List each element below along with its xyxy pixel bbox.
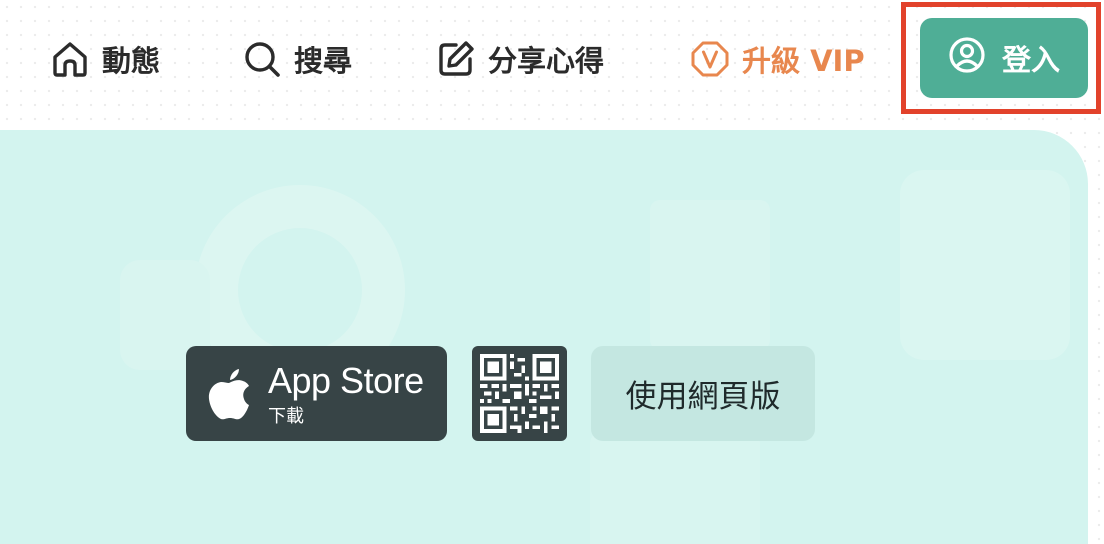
qr-code[interactable] xyxy=(472,346,567,441)
login-label: 登入 xyxy=(1001,43,1060,77)
home-icon xyxy=(50,39,90,79)
edit-icon xyxy=(436,39,476,79)
app-store-title: App Store xyxy=(268,360,424,401)
nav-vip-label: 升級 VIP xyxy=(742,44,865,78)
nav-search[interactable]: 搜尋 xyxy=(242,34,352,84)
app-store-subtitle: 下載 xyxy=(268,406,304,427)
nav-feed-label: 動態 xyxy=(102,44,161,78)
top-navigation: 動態 搜尋 分享心得 升級 VIP 登入 xyxy=(0,0,1104,120)
nav-share-label: 分享心得 xyxy=(488,44,605,78)
hero-banner: App Store 下載 使用網頁版 xyxy=(0,130,1088,544)
app-store-button[interactable]: App Store 下載 xyxy=(186,346,447,441)
hero-decoration xyxy=(120,170,1070,544)
user-circle-icon xyxy=(948,36,986,81)
use-web-version-button[interactable]: 使用網頁版 xyxy=(591,346,815,441)
apple-icon xyxy=(206,368,252,426)
nav-feed[interactable]: 動態 xyxy=(50,34,160,84)
login-button[interactable]: 登入 xyxy=(920,18,1088,98)
search-icon xyxy=(242,39,282,79)
use-web-version-label: 使用網頁版 xyxy=(625,379,781,415)
nav-vip[interactable]: 升級 VIP xyxy=(690,34,865,84)
nav-search-label: 搜尋 xyxy=(294,44,353,78)
vip-badge-icon xyxy=(690,39,730,79)
nav-share[interactable]: 分享心得 xyxy=(436,34,604,84)
